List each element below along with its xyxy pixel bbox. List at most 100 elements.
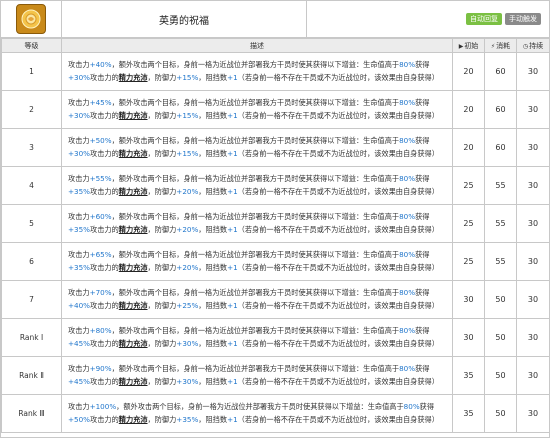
- desc-def-value: +15%: [176, 110, 199, 120]
- row-description: 攻击力+70%，额外攻击两个目标，身前一格为近战位并部署我方干员时使其获得以下增…: [61, 280, 453, 319]
- desc-tail-text: （若身前一格不存在干员或不为近战位时，该效果由自身获得）: [237, 186, 439, 196]
- desc-effect-text: ，额外攻击两个目标，身前一格为近战位并部署我方干员时使其获得以下增益：生命值高于: [111, 250, 400, 260]
- row-description: 攻击力+45%，额外攻击两个目标，身前一格为近战位并部署我方干员时使其获得以下增…: [61, 90, 453, 129]
- skill-icon-cell: [1, 1, 62, 37]
- header-init: ▶初始: [452, 38, 485, 53]
- desc-block-value: +1: [227, 224, 238, 234]
- desc-atk-label: 攻击力: [68, 326, 90, 336]
- desc-regen-keyword: 精力充沛: [118, 72, 148, 82]
- row-init-sp: 30: [452, 280, 485, 319]
- desc-regen-keyword: 精力充沛: [118, 186, 148, 196]
- desc-atk-value: +55%: [89, 174, 112, 184]
- desc-of-atk-text: 攻击力的: [90, 224, 119, 234]
- row-duration: 30: [516, 52, 550, 91]
- desc-hp-threshold: 80%: [399, 136, 416, 146]
- tag-auto-recovery: 自动回复: [466, 13, 502, 25]
- desc-atk-label: 攻击力: [68, 288, 90, 298]
- desc-effect-text: ，额外攻击两个目标，身前一格为近战位并部署我方干员时使其获得以下增益：生命值高于: [111, 364, 400, 374]
- desc-gain-text: 获得: [415, 326, 430, 336]
- desc-tail-text: （若身前一格不存在干员或不为近战位时，该效果由自身获得）: [237, 414, 439, 424]
- desc-atk-label: 攻击力: [68, 98, 90, 108]
- desc-effect-text: ，额外攻击两个目标，身前一格为近战位并部署我方干员时使其获得以下增益：生命值高于: [111, 98, 400, 108]
- desc-def-value: +20%: [176, 262, 199, 272]
- desc-shield-value: +30%: [68, 148, 90, 158]
- desc-block-label: ，阻挡数: [198, 186, 228, 196]
- row-level: Rank Ⅱ: [1, 356, 62, 395]
- desc-def-value: +35%: [176, 414, 199, 424]
- row-duration: 30: [516, 166, 550, 205]
- row-level: 5: [1, 204, 62, 243]
- desc-tail-text: （若身前一格不存在干员或不为近战位时，该效果由自身获得）: [237, 376, 439, 386]
- row-init-sp: 30: [452, 318, 485, 357]
- row-duration: 30: [516, 394, 550, 433]
- desc-def-label: ，防御力: [147, 376, 177, 386]
- desc-hp-threshold: 80%: [399, 288, 416, 298]
- desc-gain-text: 获得: [415, 60, 430, 70]
- desc-of-atk-text: 攻击力的: [90, 376, 119, 386]
- desc-shield-value: +35%: [68, 262, 90, 272]
- desc-shield-value: +45%: [68, 338, 90, 348]
- desc-of-atk-text: 攻击力的: [90, 186, 119, 196]
- header-duration: ◷持续: [516, 38, 550, 53]
- header-cost: ⚡消耗: [484, 38, 517, 53]
- desc-shield-value: +30%: [68, 72, 90, 82]
- desc-atk-value: +50%: [89, 136, 112, 146]
- desc-atk-value: +70%: [89, 288, 112, 298]
- desc-tail-text: （若身前一格不存在干员或不为近战位时，该效果由自身获得）: [237, 72, 439, 82]
- desc-regen-keyword: 精力充沛: [118, 262, 148, 272]
- table-row: 5 攻击力+60%，额外攻击两个目标，身前一格为近战位并部署我方干员时使其获得以…: [1, 204, 550, 243]
- row-init-sp: 35: [452, 394, 485, 433]
- row-level: 1: [1, 52, 62, 91]
- desc-atk-value: +80%: [89, 326, 112, 336]
- row-level: 6: [1, 242, 62, 281]
- desc-atk-label: 攻击力: [68, 364, 90, 374]
- row-sp-cost: 55: [484, 242, 517, 281]
- desc-def-label: ，防御力: [147, 186, 177, 196]
- desc-of-atk-text: 攻击力的: [90, 338, 119, 348]
- desc-block-value: +1: [227, 338, 238, 348]
- desc-tail-text: （若身前一格不存在干员或不为近战位时，该效果由自身获得）: [237, 148, 439, 158]
- desc-atk-label: 攻击力: [68, 136, 90, 146]
- desc-of-atk-text: 攻击力的: [90, 300, 119, 310]
- skill-panel: 英勇的祝福 自动回复 手动触发 等级 描述 ▶初始 ⚡消耗 ◷持续 1 攻击力+…: [0, 0, 550, 438]
- desc-atk-value: +65%: [89, 250, 112, 260]
- desc-regen-keyword: 精力充沛: [118, 414, 148, 424]
- desc-gain-text: 获得: [415, 98, 430, 108]
- desc-gain-text: 获得: [415, 212, 430, 222]
- row-level: Rank Ⅲ: [1, 394, 62, 433]
- desc-block-label: ，阻挡数: [198, 224, 228, 234]
- desc-shield-value: +35%: [68, 224, 90, 234]
- desc-atk-label: 攻击力: [68, 212, 90, 222]
- desc-gain-text: 获得: [415, 136, 430, 146]
- desc-def-label: ，防御力: [147, 72, 177, 82]
- desc-atk-value: +100%: [89, 402, 117, 412]
- row-level: 3: [1, 128, 62, 167]
- desc-effect-text: ，额外攻击两个目标，身前一格为近战位并部署我方干员时使其获得以下增益：生命值高于: [111, 60, 400, 70]
- desc-hp-threshold: 80%: [399, 98, 416, 108]
- row-sp-cost: 60: [484, 52, 517, 91]
- desc-shield-value: +40%: [68, 300, 90, 310]
- desc-effect-text: ，额外攻击两个目标，身前一格为近战位并部署我方干员时使其获得以下增益：生命值高于: [116, 402, 404, 412]
- desc-block-value: +1: [227, 110, 238, 120]
- desc-of-atk-text: 攻击力的: [90, 110, 119, 120]
- desc-effect-text: ，额外攻击两个目标，身前一格为近战位并部署我方干员时使其获得以下增益：生命值高于: [111, 174, 400, 184]
- row-duration: 30: [516, 280, 550, 319]
- row-sp-cost: 55: [484, 166, 517, 205]
- desc-block-label: ，阻挡数: [198, 148, 228, 158]
- desc-tail-text: （若身前一格不存在干员或不为近战位时，该效果由自身获得）: [237, 300, 439, 310]
- skill-name: 英勇的祝福: [62, 1, 307, 37]
- desc-block-value: +1: [227, 300, 238, 310]
- row-duration: 30: [516, 128, 550, 167]
- desc-hp-threshold: 80%: [399, 212, 416, 222]
- table-row: 2 攻击力+45%，额外攻击两个目标，身前一格为近战位并部署我方干员时使其获得以…: [1, 90, 550, 129]
- desc-atk-value: +90%: [89, 364, 112, 374]
- desc-def-label: ，防御力: [147, 110, 177, 120]
- row-sp-cost: 60: [484, 128, 517, 167]
- desc-regen-keyword: 精力充沛: [118, 376, 148, 386]
- desc-def-label: ，防御力: [147, 338, 177, 348]
- desc-def-value: +30%: [176, 338, 199, 348]
- row-init-sp: 20: [452, 52, 485, 91]
- desc-tail-text: （若身前一格不存在干员或不为近战位时，该效果由自身获得）: [237, 110, 439, 120]
- desc-def-value: +15%: [176, 72, 199, 82]
- row-sp-cost: 55: [484, 204, 517, 243]
